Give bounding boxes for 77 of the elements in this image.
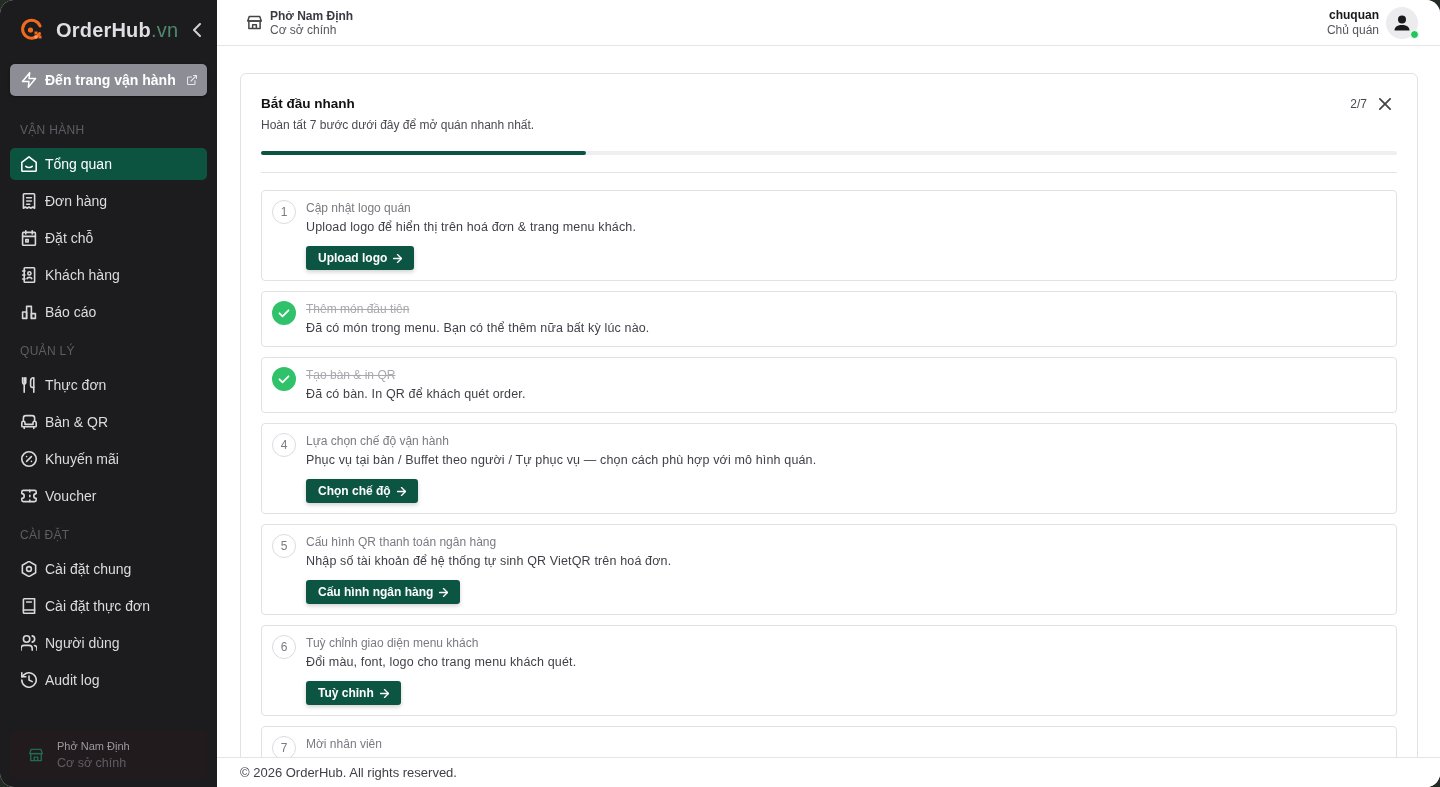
card-subtitle: Hoàn tất 7 bước dưới đây để mở quán nhanh nhất. [261,117,535,133]
avatar-icon[interactable] [1386,6,1418,39]
external-link-icon [187,75,197,85]
house-icon [21,156,37,172]
arrow-right-icon [439,587,449,597]
arrow-right-icon [379,688,389,698]
sidebar-item[interactable]: Voucher [10,480,207,512]
store-icon [247,15,262,30]
calendar-icon [21,230,37,246]
chevron-left-icon [193,23,201,37]
copyright-text: © 2026 OrderHub. All rights reserved. [240,765,457,780]
sidebar-item[interactable]: Cài đặt chung [10,553,207,585]
sidebar-item[interactable]: Tổng quan [10,148,207,180]
step-title: Tạo bàn & in QR [306,367,396,383]
section-label: VẬN HÀNH [20,122,86,138]
step-description: Đổi màu, font, logo cho trang menu khách quét. [306,654,577,670]
store-icon [29,748,43,762]
history-icon [21,672,37,688]
receipt-icon [21,193,37,209]
collapse-sidebar-button[interactable] [193,23,201,37]
armchair-icon [21,414,37,430]
user-role: Chủ quán [1326,22,1379,38]
branch-name: Cơ sở chính [270,22,337,37]
step-action-button[interactable]: Upload logo [306,246,415,270]
user-name: chuquan [1329,7,1379,23]
step-description: Upload logo để hiển thị trên hoá đơn & trang menu khách. [306,219,636,235]
step-title: Thêm món đầu tiên [306,301,410,317]
step-title: Lựa chọn chế độ vận hành [306,433,449,449]
step-title: Mời nhân viên [306,736,382,752]
card-title: Bắt đầu nhanh [261,95,356,113]
sidebar-item[interactable]: Cài đặt thực đơn [10,590,207,622]
step-title: Tuỳ chỉnh giao diện menu khách [306,635,479,651]
book-icon [21,598,37,614]
step-action-button[interactable]: Cấu hình ngân hàng [306,580,461,604]
logo-icon [20,18,44,42]
step-description: Phục vụ tại bàn / Buffet theo người / Tự phục vụ — chọn cách phù hợp với mô hình quán. [306,452,817,468]
step-action-button[interactable]: Tuỳ chỉnh [306,681,401,705]
store-name: Phở Nam Định [270,8,354,23]
step-number: 7 [272,736,296,757]
step-title: Cấu hình QR thanh toán ngân hàng [306,534,497,550]
brand-name: OrderHub.vn [56,18,179,42]
sidebar-item[interactable]: Khuyến mãi [10,443,207,475]
step-title: Cập nhật logo quán [306,200,411,216]
arrow-right-icon [393,253,403,263]
users-icon [21,635,37,651]
store-name: Phở Nam Định [57,739,130,753]
step-action-button[interactable]: Chọn chế độ [306,479,418,503]
step-counter: 2/7 [1350,97,1367,111]
sidebar-item[interactable]: Thực đơn [10,369,207,401]
sidebar-item[interactable]: Bàn & QR [10,406,207,438]
sidebar-item[interactable]: Đặt chỗ [10,222,207,254]
arrow-right-icon [396,486,406,496]
sidebar-item[interactable]: Người dùng [10,627,207,659]
lightning-icon [21,72,37,88]
sidebar-item[interactable]: Đơn hàng [10,185,207,217]
step-number: 4 [272,433,296,457]
step-description: Nhập số tài khoản để hệ thống tự sinh QR VietQR trên hoá đơn. [306,553,672,569]
step-number: 6 [272,635,296,659]
contact-book-icon [21,267,37,283]
percent-circle-icon [21,451,37,467]
settings-icon [21,561,37,577]
step-number: 5 [272,534,296,558]
sidebar-item[interactable]: Audit log [10,664,207,696]
utensils-icon [21,377,37,393]
step-description: Đã có bàn. In QR để khách quét order. [306,386,526,402]
step-number: 1 [272,200,296,224]
step-description: Đã có món trong menu. Bạn có thể thêm nữa bất kỳ lúc nào. [306,320,650,336]
branch-name: Cơ sở chính [57,755,128,771]
section-label: QUẢN LÝ [20,343,76,359]
ticket-icon [21,488,37,504]
sidebar-item[interactable]: Báo cáo [10,296,207,328]
bar-chart-icon [21,304,37,320]
section-label: CÀI ĐẶT [20,527,71,543]
close-button[interactable] [1379,98,1391,110]
store-card[interactable]: Phở Nam Định Cơ sở chính [10,731,207,779]
close-icon [1379,98,1391,110]
sidebar-item[interactable]: Khách hàng [10,259,207,291]
